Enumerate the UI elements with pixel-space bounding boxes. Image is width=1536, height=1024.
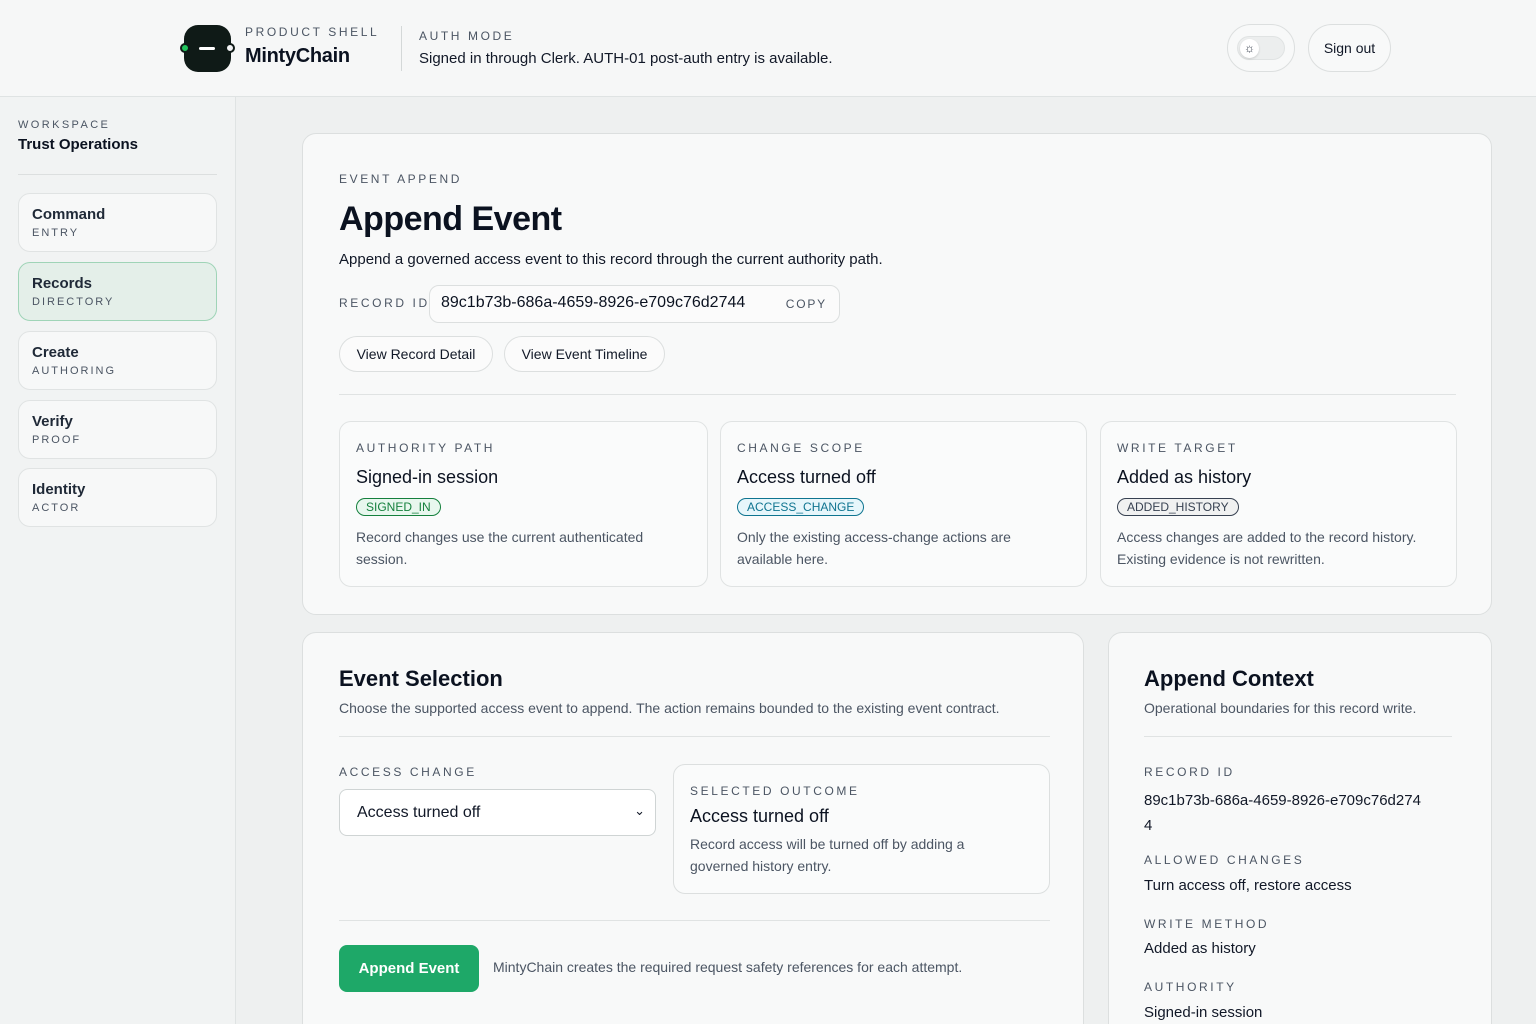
card-value: Access turned off xyxy=(737,467,876,487)
sidebar-item-create[interactable]: Create AUTHORING xyxy=(18,331,217,390)
view-event-timeline-button[interactable]: View Event Timeline xyxy=(504,336,665,372)
card-description: Access changes are added to the record h… xyxy=(1117,526,1416,570)
allowed-changes-label: ALLOWED CHANGES xyxy=(1144,853,1305,867)
theme-toggle-button[interactable]: ☼ xyxy=(1227,24,1295,72)
context-record-id-label: RECORD ID xyxy=(1144,765,1235,779)
brand-eyebrow: PRODUCT SHELL xyxy=(245,25,380,39)
mintychain-logo-icon xyxy=(180,25,235,72)
sidebar-item-title: Create xyxy=(32,344,79,361)
status-badge: SIGNED_IN xyxy=(356,498,441,516)
submit-note: MintyChain creates the required request … xyxy=(493,959,963,975)
record-id-value: 89c1b73b-686a-4659-8926-e709c76d2744 xyxy=(441,294,746,311)
sidebar-item-title: Records xyxy=(32,275,93,292)
page-title: Append Event xyxy=(339,200,562,238)
sidebar-item-subtitle: DIRECTORY xyxy=(32,296,115,308)
append-event-button[interactable]: Append Event xyxy=(339,945,479,992)
page-eyebrow: EVENT APPEND xyxy=(339,172,463,186)
card-value: Added as history xyxy=(1117,467,1252,487)
write-method-label: WRITE METHOD xyxy=(1144,917,1270,931)
section-divider xyxy=(339,920,1050,921)
card-eyebrow: WRITE TARGET xyxy=(1117,441,1238,455)
sign-out-button[interactable]: Sign out xyxy=(1308,24,1391,72)
change-scope-card: CHANGE SCOPE Access turned off ACCESS_CH… xyxy=(720,421,1087,587)
sidebar-item-identity[interactable]: Identity ACTOR xyxy=(18,468,217,527)
view-record-detail-button[interactable]: View Record Detail xyxy=(339,336,493,372)
sidebar-item-subtitle: PROOF xyxy=(32,434,82,446)
outcome-value: Access turned off xyxy=(690,806,829,826)
theme-toggle-track[interactable]: ☼ xyxy=(1237,36,1285,60)
section-divider xyxy=(1144,736,1452,737)
page-description: Append a governed access event to this r… xyxy=(339,251,883,268)
append-context-panel: Append Context Operational boundaries fo… xyxy=(1108,632,1492,1024)
card-eyebrow: AUTHORITY PATH xyxy=(356,441,496,455)
write-method-value: Added as history xyxy=(1144,940,1256,957)
sidebar: WORKSPACE Trust Operations Command ENTRY… xyxy=(0,97,236,1024)
allowed-changes-value: Turn access off, restore access xyxy=(1144,877,1352,894)
card-description-line: session. xyxy=(356,551,408,567)
top-bar: PRODUCT SHELL MintyChain AUTH MODE Signe… xyxy=(0,0,1536,97)
record-id-label: RECORD ID xyxy=(339,296,430,310)
card-value: Signed-in session xyxy=(356,467,499,487)
workspace-eyebrow: WORKSPACE xyxy=(18,119,111,131)
sidebar-item-subtitle: AUTHORING xyxy=(32,365,116,377)
chevron-down-icon: ⌄ xyxy=(634,803,645,818)
event-selection-title: Event Selection xyxy=(339,666,503,691)
card-description: Only the existing access-change actions … xyxy=(737,526,1011,570)
card-description: Record changes use the current authentic… xyxy=(356,526,643,570)
access-change-selected-value: Access turned off xyxy=(357,804,481,821)
sun-icon: ☼ xyxy=(1240,39,1259,58)
outcome-description-line: Record access will be turned off by addi… xyxy=(690,836,965,852)
sidebar-item-title: Identity xyxy=(32,481,86,498)
card-description-line: Record changes use the current authentic… xyxy=(356,529,644,545)
authority-path-card: AUTHORITY PATH Signed-in session SIGNED_… xyxy=(339,421,708,587)
sidebar-item-subtitle: ACTOR xyxy=(32,502,81,514)
card-description-line: Existing evidence is not rewritten. xyxy=(1117,551,1325,567)
sidebar-item-command[interactable]: Command ENTRY xyxy=(18,193,217,252)
sidebar-item-records[interactable]: Records DIRECTORY xyxy=(18,262,217,321)
status-badge: ACCESS_CHANGE xyxy=(737,498,865,516)
card-description-line: available here. xyxy=(737,551,829,567)
authority-label: AUTHORITY xyxy=(1144,980,1237,994)
append-context-description: Operational boundaries for this record w… xyxy=(1144,700,1417,716)
context-record-id-value: 89c1b73b-686a-4659-8926-e709c76d274 4 xyxy=(1144,788,1421,838)
section-divider xyxy=(339,394,1456,395)
access-change-select[interactable]: Access turned off ⌄ xyxy=(339,789,656,836)
sidebar-item-title: Verify xyxy=(32,413,73,430)
access-change-label: ACCESS CHANGE xyxy=(339,765,477,779)
header-divider xyxy=(401,26,402,71)
append-event-panel: EVENT APPEND Append Event Append a gover… xyxy=(302,133,1492,615)
sidebar-item-verify[interactable]: Verify PROOF xyxy=(18,400,217,459)
auth-mode-message: Signed in through Clerk. AUTH-01 post-au… xyxy=(419,50,833,67)
copy-button[interactable]: COPY xyxy=(786,297,827,311)
context-record-id-line: 4 xyxy=(1144,817,1153,834)
section-divider xyxy=(339,736,1050,737)
sidebar-divider xyxy=(18,174,217,175)
context-record-id-line: 89c1b73b-686a-4659-8926-e709c76d274 xyxy=(1144,792,1421,809)
brand-name: MintyChain xyxy=(245,45,350,67)
event-selection-panel: Event Selection Choose the supported acc… xyxy=(302,632,1084,1024)
sidebar-item-subtitle: ENTRY xyxy=(32,227,80,239)
outcome-description: Record access will be turned off by addi… xyxy=(690,833,964,877)
workspace-name: Trust Operations xyxy=(18,136,139,153)
write-target-card: WRITE TARGET Added as history ADDED_HIST… xyxy=(1100,421,1457,587)
card-description-line: Access changes are added to the record h… xyxy=(1117,529,1417,545)
outcome-description-line: governed history entry. xyxy=(690,858,832,874)
auth-mode-eyebrow: AUTH MODE xyxy=(419,29,515,43)
event-selection-description: Choose the supported access event to app… xyxy=(339,700,1000,716)
status-badge: ADDED_HISTORY xyxy=(1117,498,1239,516)
sidebar-item-title: Command xyxy=(32,206,106,223)
record-id-field: 89c1b73b-686a-4659-8926-e709c76d2744 COP… xyxy=(429,285,840,323)
outcome-eyebrow: SELECTED OUTCOME xyxy=(690,784,860,798)
card-description-line: Only the existing access-change actions … xyxy=(737,529,1011,545)
card-eyebrow: CHANGE SCOPE xyxy=(737,441,865,455)
selected-outcome-card: SELECTED OUTCOME Access turned off Recor… xyxy=(673,764,1050,894)
authority-value: Signed-in session xyxy=(1144,1004,1263,1021)
append-context-title: Append Context xyxy=(1144,666,1314,691)
